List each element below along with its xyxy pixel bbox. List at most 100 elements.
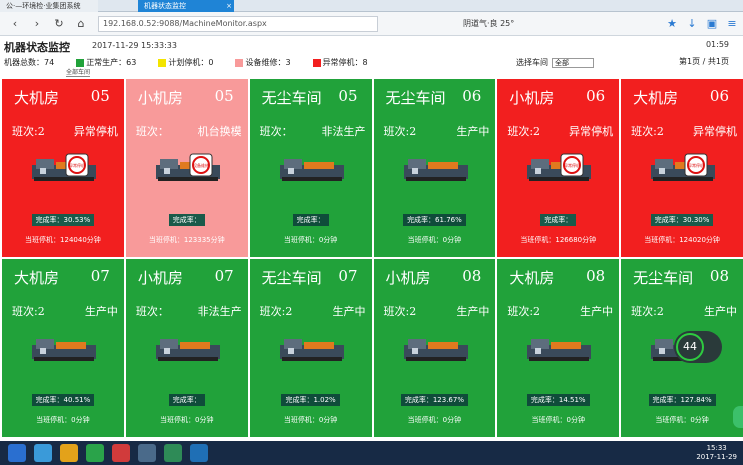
machine-header: 无尘车间 05 [250, 87, 372, 108]
machine-card[interactable]: 小机房 06 班次:2 异常停机 异常停机 完成率： 当班停机：126680分钟 [497, 79, 620, 257]
machine-status: 生产中 [332, 305, 366, 318]
speed-widget[interactable]: 44 [674, 331, 722, 363]
machine-header: 无尘车间 08 [621, 267, 743, 288]
injection-machine-icon [155, 339, 220, 361]
completion-rate-text: 完成率：30.53% [31, 214, 95, 226]
taskbar-date: 2017-11-29 [696, 453, 737, 461]
shift-label: 班次:2 [12, 305, 45, 318]
machine-card[interactable]: 大机房 05 班次:2 异常停机 异常停机 完成率：30.53% 当班停机：12… [2, 79, 124, 257]
machine-card[interactable]: 小机房 05 班次： 机台换模 设备维修 完成率： 当班停机：123335分钟 [125, 79, 248, 257]
machine-card[interactable]: 大机房 06 班次:2 异常停机 异常停机 完成率：30.30% 当班停机：12… [621, 79, 743, 257]
completion-rate: 完成率：127.84% [621, 387, 743, 406]
machine-subheader: 班次： 非法生产 [250, 123, 372, 139]
back-icon[interactable]: ‹ [8, 17, 22, 31]
refresh-countdown: 01:59 [705, 40, 729, 49]
browser-tab-1[interactable]: 公·—环境检·业集团系统 [0, 0, 98, 12]
side-float-button[interactable] [733, 406, 743, 428]
workshop-name: 无尘车间 [633, 269, 694, 287]
workshop-name: 小机房 [509, 89, 555, 107]
machine-status: 非法生产 [321, 125, 366, 138]
machine-status: 生产中 [456, 305, 490, 318]
machine-status: 非法生产 [197, 305, 242, 318]
current-datetime: 2017-11-29 15:33:33 [92, 41, 177, 50]
machine-header: 大机房 05 [2, 87, 124, 108]
status-badge-text: 设备维修 [193, 162, 209, 168]
machine-header: 大机房 07 [2, 267, 124, 288]
completion-rate: 完成率：123.67% [374, 387, 496, 406]
machine-number: 05 [338, 87, 358, 105]
machine-card[interactable]: 小机房 07 班次： 非法生产 完成率： 当班停机：0分钟 [125, 259, 248, 437]
app-icon-3[interactable] [86, 444, 104, 462]
machine-status: 生产中 [580, 305, 614, 318]
shift-label: 班次:2 [383, 305, 417, 318]
machine-status: 异常停机 [693, 125, 737, 138]
machine-subheader: 班次:2 生产中 [2, 303, 124, 319]
stat-abnormal-label: 异常停机：8 [322, 58, 368, 67]
bookmark-icon[interactable]: ★ [665, 17, 679, 31]
shift-label: 班次:2 [259, 305, 293, 318]
machine-card[interactable]: 大机房 07 班次:2 生产中 完成率：40.51% 当班停机：0分钟 [2, 259, 124, 437]
machine-number: 08 [586, 267, 606, 285]
browser-tab-bar: 公·—环境检·业集团系统 机器状态监控 × [0, 0, 743, 12]
machine-header: 无尘车间 07 [250, 267, 372, 288]
machine-card[interactable]: 无尘车间 07 班次:2 生产中 完成率：1.02% 当班停机：0分钟 [249, 259, 372, 437]
machine-subheader: 班次:2 异常停机 [497, 123, 619, 139]
machine-subheader: 班次:2 异常停机 [2, 123, 124, 139]
machine-status: 异常停机 [569, 125, 614, 138]
shift-downtime: 当班停机：0分钟 [283, 416, 338, 424]
menu-icon[interactable]: ≡ [725, 17, 739, 31]
forward-icon[interactable]: › [30, 17, 44, 31]
machine-header: 无尘车间 06 [374, 87, 496, 108]
region-select[interactable]: 全部 [552, 57, 594, 68]
page-header: 机器状态监控 2017-11-29 15:33:33 01:59 机器总数：74… [0, 36, 743, 77]
workshop-name: 小机房 [137, 269, 183, 287]
app-icon-2[interactable] [60, 444, 78, 462]
machine-card[interactable]: 大机房 08 班次:2 生产中 完成率：14.51% 当班停机：0分钟 [497, 259, 620, 437]
app-icon-4[interactable] [112, 444, 130, 462]
machine-number: 07 [214, 267, 234, 285]
home-icon[interactable]: ⌂ [74, 17, 88, 31]
machine-card[interactable]: 小机房 08 班次:2 生产中 完成率：123.67% 当班停机：0分钟 [373, 259, 496, 437]
completion-rate-text: 完成率：1.02% [281, 394, 340, 406]
workshop-name: 无尘车间 [261, 89, 322, 107]
machine-card[interactable]: 无尘车间 06 班次:2 生产中 完成率：61.76% 当班停机：0分钟 [373, 79, 496, 257]
shift-label: 班次:2 [12, 125, 45, 138]
completion-rate: 完成率： [250, 207, 372, 226]
extension-icon[interactable]: ▣ [705, 17, 719, 31]
completion-rate: 完成率： [126, 387, 248, 406]
close-icon[interactable]: × [224, 0, 234, 12]
app-icon-6[interactable] [164, 444, 182, 462]
page-info: 第1页 / 共1页 [679, 57, 729, 66]
machine-number: 07 [338, 267, 358, 285]
machine-subheader: 班次:2 生产中 [374, 303, 496, 319]
app-icon-7[interactable] [190, 444, 208, 462]
weather-widget[interactable]: 阴道气·良 25° [463, 18, 514, 29]
completion-rate: 完成率： [126, 207, 248, 226]
machine-subheader: 班次:2 异常停机 [621, 123, 743, 139]
status-badge-text: 异常停机 [688, 162, 704, 168]
shift-downtime: 当班停机：0分钟 [655, 416, 709, 424]
browser-tab-active[interactable]: 机器状态监控 [138, 0, 224, 12]
machine-card[interactable]: 无尘车间 05 班次： 非法生产 完成率： 当班停机：0分钟 [249, 79, 372, 257]
app-icon-1[interactable] [34, 444, 52, 462]
completion-rate-text: 完成率：40.51% [31, 394, 95, 406]
address-bar[interactable]: 192.168.0.52:9088/MachineMonitor.aspx [98, 15, 378, 32]
speed-value: 44 [676, 333, 704, 361]
workshop-link[interactable]: 全部车间 [66, 67, 91, 77]
completion-rate: 完成率：1.02% [250, 387, 372, 406]
shift-downtime: 当班停机：126680分钟 [520, 236, 597, 244]
machine-subheader: 班次:2 生产中 [250, 303, 372, 319]
download-icon[interactable]: ↓ [685, 17, 699, 31]
taskbar-time: 15:33 [706, 444, 727, 452]
completion-rate-text: 完成率：123.67% [400, 394, 468, 406]
abnormal-swatch [312, 58, 321, 67]
app-icon-5[interactable] [138, 444, 156, 462]
workshop-name: 无尘车间 [385, 89, 446, 107]
refresh-icon[interactable]: ↻ [52, 17, 66, 31]
workshop-name: 小机房 [137, 89, 183, 107]
completion-rate-text: 完成率：30.30% [650, 214, 714, 226]
machine-status: 生产中 [84, 305, 118, 318]
shift-downtime: 当班停机：124020分钟 [644, 236, 720, 244]
taskbar-clock: 15:33 2017-11-29 [696, 444, 737, 462]
start-icon[interactable] [8, 444, 26, 462]
